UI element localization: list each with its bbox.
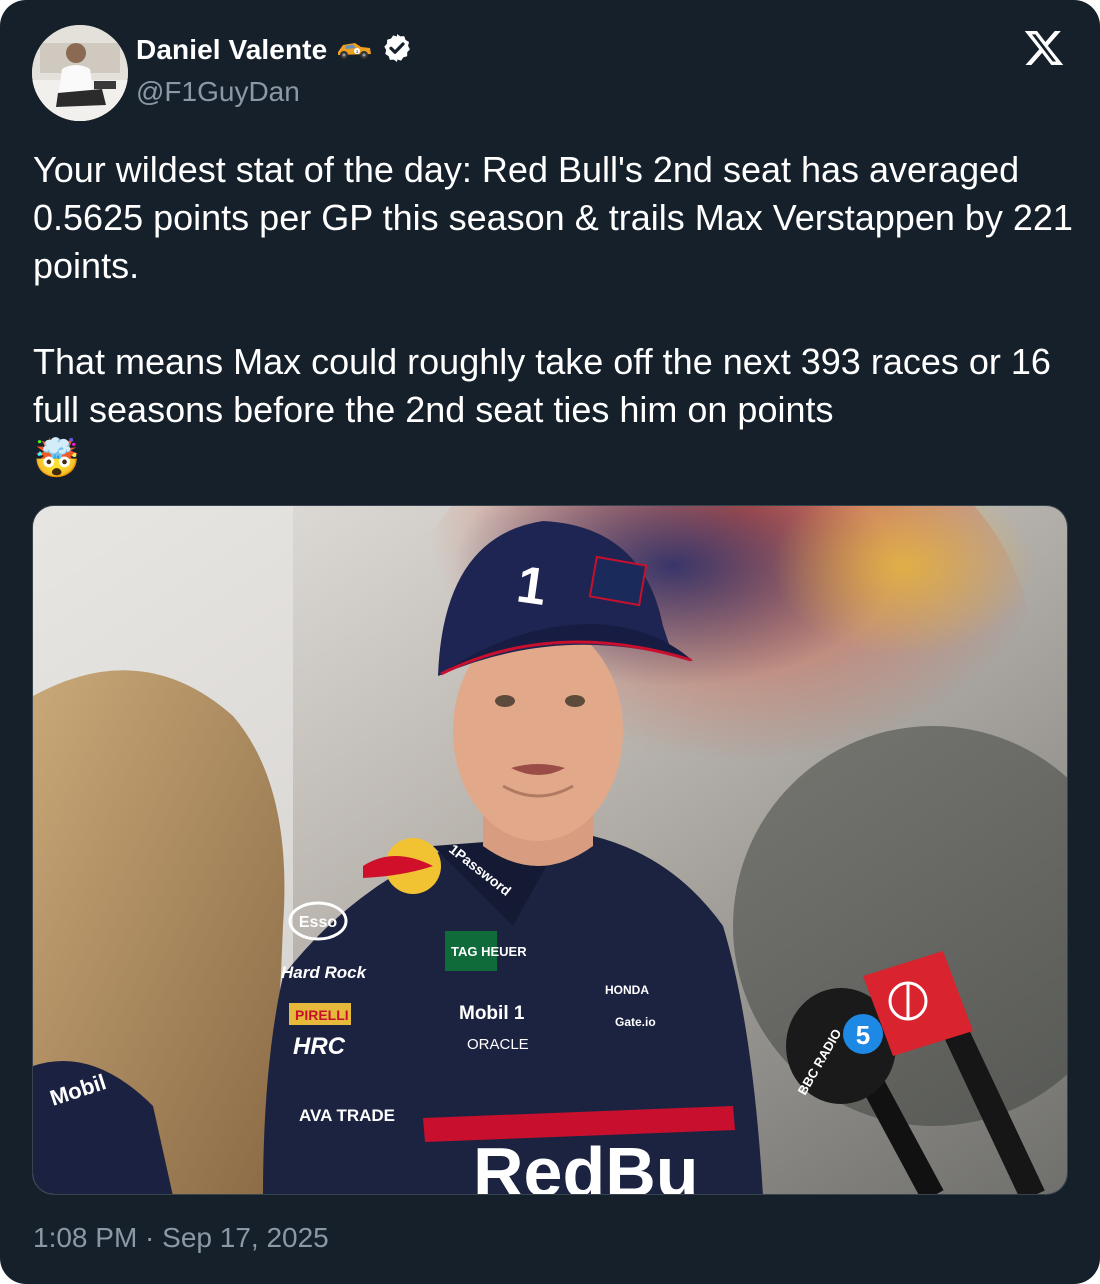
tweet-paragraph: That means Max could roughly take off th… (33, 341, 1051, 430)
sponsor-label: PIRELLI (295, 1007, 349, 1023)
sponsor-label: Esso (299, 914, 337, 931)
author-handle[interactable]: @F1GuyDan (136, 76, 300, 108)
tweet-body: Your wildest stat of the day: Red Bull's… (33, 146, 1073, 482)
author-display-name[interactable]: Daniel Valente (136, 34, 327, 66)
sponsor-label: Mobil 1 (459, 1003, 525, 1024)
tweet-paragraph: Your wildest stat of the day: Red Bull's… (33, 149, 1073, 286)
sponsor-label: RedBu (473, 1133, 699, 1195)
sponsor-label: TAG HEUER (451, 944, 527, 959)
sponsor-label: Hard Rock (281, 963, 368, 982)
author-name-row: Daniel Valente 3 (136, 30, 413, 70)
tweet-timestamp[interactable]: 1:08 PM · Sep 17, 2025 (33, 1222, 329, 1254)
sponsor-label: HRC (293, 1033, 346, 1060)
tweet-card: Daniel Valente 3 @F1GuyDan Your wildest … (0, 0, 1100, 1284)
exploding-head-emoji: 🤯 (33, 436, 81, 480)
tweet-photo[interactable]: Mobil 1 Esso Hard Rock PIRELLI HRC AVA T… (32, 505, 1068, 1195)
sponsor-label: AVA TRADE (299, 1106, 395, 1125)
sponsor-label: ORACLE (467, 1036, 529, 1053)
author-avatar[interactable] (32, 25, 128, 121)
mic-label: 5 (856, 1020, 870, 1050)
sponsor-label: HONDA (605, 983, 649, 997)
verified-badge-icon (381, 32, 413, 69)
x-logo-icon[interactable] (1022, 27, 1066, 69)
racecar-emoji-icon: 3 (335, 35, 373, 66)
sponsor-label: Gate.io (615, 1015, 656, 1029)
